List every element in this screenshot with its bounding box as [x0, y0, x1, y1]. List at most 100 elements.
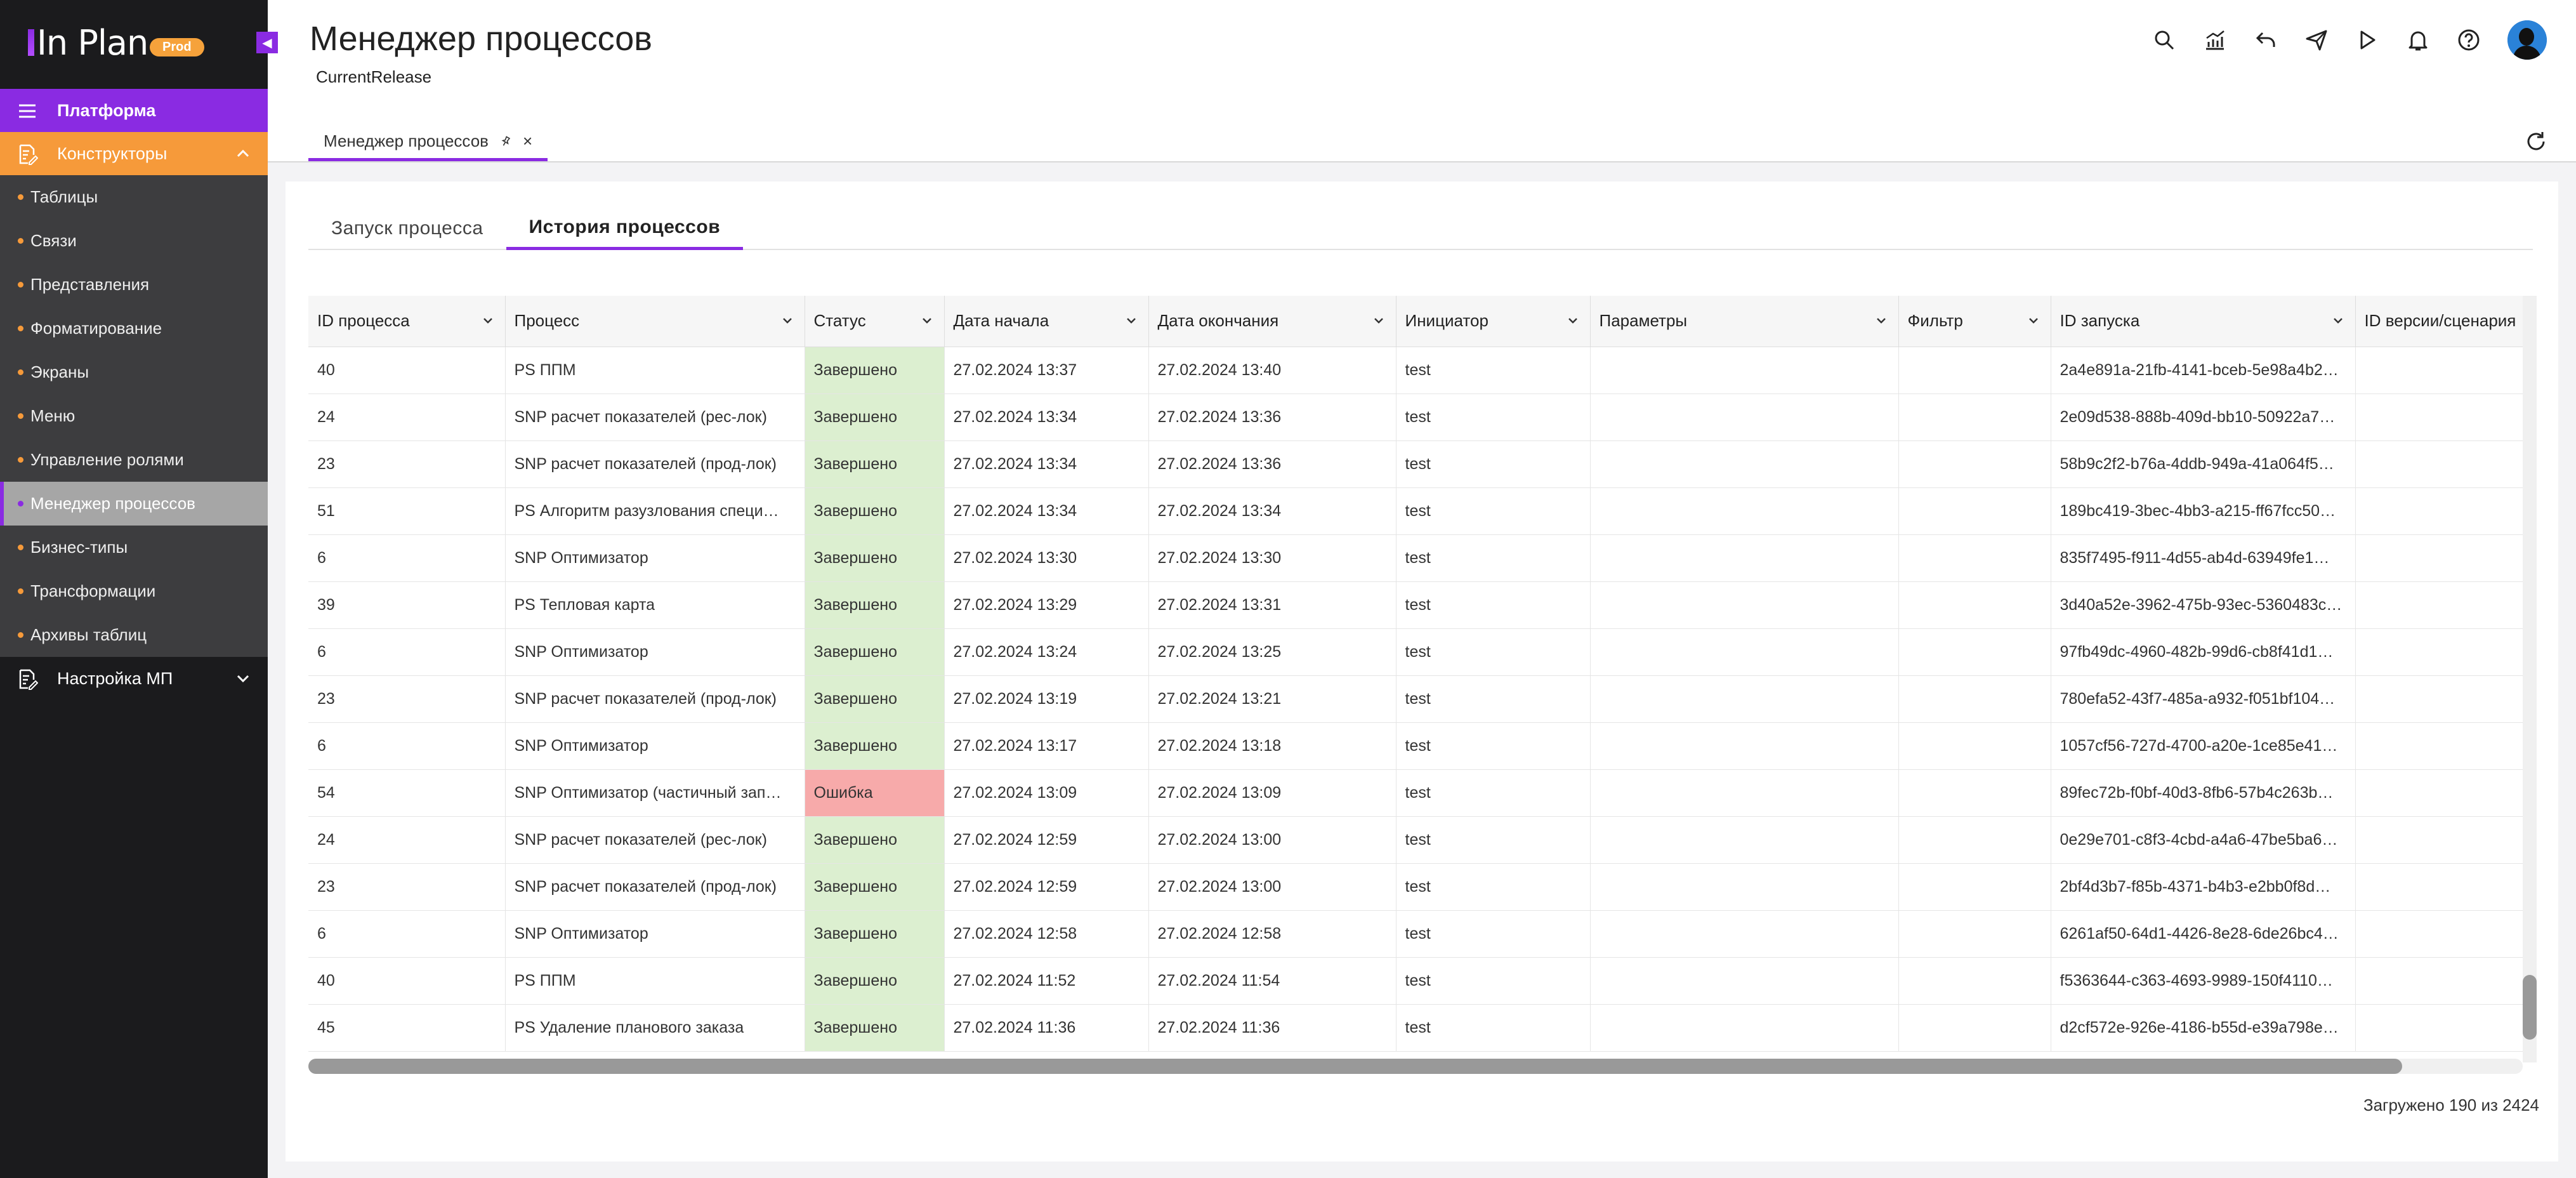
chevron-down-icon[interactable]: [481, 314, 495, 328]
table-cell: 23: [308, 863, 506, 911]
chevron-down-icon[interactable]: [2331, 314, 2345, 328]
table-row[interactable]: 39 PS Тепловая карта Завершено 27.02.2024 1…: [308, 581, 2535, 629]
sidebar-item-menu[interactable]: Меню: [0, 394, 268, 438]
header-toolbar: [2152, 20, 2547, 60]
column-header-process[interactable]: Процесс: [505, 296, 805, 347]
refresh-icon[interactable]: [2524, 129, 2548, 154]
sidebar-item-tables[interactable]: Таблицы: [0, 175, 268, 219]
chevron-down-icon[interactable]: [1874, 314, 1888, 328]
table-row[interactable]: 6 SNP Оптимизатор Завершено 27.02.2024 13:3…: [308, 534, 2535, 582]
table-row[interactable]: 6 SNP Оптимизатор Завершено 27.02.2024 12:5…: [308, 910, 2535, 958]
open-tab-label: Менеджер процессов: [324, 131, 489, 150]
column-header-label: Дата окончания: [1157, 311, 1279, 331]
sidebar-item-label: Форматирование: [30, 319, 162, 338]
search-button[interactable]: [2152, 28, 2176, 52]
chevron-down-icon[interactable]: [780, 314, 794, 328]
column-header-start-date[interactable]: Дата начала: [944, 296, 1149, 347]
table-cell: 6: [308, 628, 506, 676]
table-cell: 40: [308, 347, 506, 394]
column-header-status[interactable]: Статус: [805, 296, 945, 347]
sidebar-item-roles[interactable]: Управление ролями: [0, 438, 268, 482]
column-header-label: ID процесса: [317, 311, 410, 331]
column-header-label: Параметры: [1599, 311, 1688, 331]
sidebar-collapse-button[interactable]: ◀: [256, 32, 278, 53]
chevron-down-icon[interactable]: [1124, 314, 1138, 328]
bullet-dot-icon: [18, 194, 23, 200]
table-cell: test: [1396, 675, 1591, 723]
table-row[interactable]: 23 SNP расчет показателей (прод-лок) Завер…: [308, 675, 2535, 723]
horizontal-scrollbar[interactable]: [308, 1059, 2523, 1074]
pin-icon[interactable]: [500, 135, 511, 147]
close-tab-icon[interactable]: ×: [523, 131, 532, 151]
sidebar-section-settings[interactable]: Настройка МП: [0, 657, 268, 700]
table-cell: 27.02.2024 12:59: [944, 863, 1149, 911]
table-cell: 835f7495-f911-4d55-ab4d-63949fe1…: [2051, 534, 2356, 582]
sidebar-section-platform[interactable]: Платформа: [0, 89, 268, 132]
send-button[interactable]: [2304, 28, 2329, 52]
table-cell: [2355, 487, 2535, 535]
table-row[interactable]: 51 PS Алгоритм разузлования специ… Заверше…: [308, 487, 2535, 535]
sidebar-item-label: Архивы таблиц: [30, 625, 147, 644]
play-icon: [2360, 30, 2376, 50]
sidebar-item-views[interactable]: Представления: [0, 263, 268, 307]
chevron-up-icon: [237, 149, 249, 157]
table-cell: 24: [308, 816, 506, 864]
vertical-scrollbar-thumb[interactable]: [2523, 975, 2537, 1040]
column-header-label: Дата начала: [953, 311, 1049, 331]
table-row[interactable]: 24 SNP расчет показателей (рес-лок) Заверш…: [308, 394, 2535, 441]
notifications-button[interactable]: [2406, 28, 2430, 52]
open-page-tab[interactable]: Менеджер процессов ×: [308, 124, 548, 161]
column-header-version-id[interactable]: ID версии/сценария: [2355, 296, 2535, 347]
chevron-down-icon[interactable]: [2027, 314, 2040, 328]
chevron-down-icon[interactable]: [920, 314, 934, 328]
sidebar-item-label: Менеджер процессов: [30, 494, 195, 513]
table-row[interactable]: 23 SNP расчет показателей (прод-лок) Завер…: [308, 863, 2535, 911]
column-header-process-id[interactable]: ID процесса: [308, 296, 506, 347]
table-row[interactable]: 6 SNP Оптимизатор Завершено 27.02.2024 13:2…: [308, 628, 2535, 676]
table-row[interactable]: 40 PS ППМ Завершено 27.02.2024 11:52 27.02.2…: [308, 957, 2535, 1005]
sidebar-submenu: Таблицы Связи Представления Форматирован…: [0, 175, 268, 657]
column-header-initiator[interactable]: Инициатор: [1396, 296, 1591, 347]
run-button[interactable]: [2355, 28, 2379, 52]
tab-launch-process[interactable]: Запуск процесса: [308, 207, 506, 250]
table-cell: 2a4e891a-21fb-4141-bceb-5e98a4b2…: [2051, 347, 2356, 394]
analytics-button[interactable]: [2203, 28, 2227, 52]
column-header-filter[interactable]: Фильтр: [1898, 296, 2051, 347]
user-avatar[interactable]: [2507, 20, 2547, 60]
table-row[interactable]: 23 SNP расчет показателей (прод-лок) Завер…: [308, 440, 2535, 488]
chevron-down-icon[interactable]: [1566, 314, 1580, 328]
table-row[interactable]: 6 SNP Оптимизатор Завершено 27.02.2024 13:1…: [308, 722, 2535, 770]
sidebar-section-constructors[interactable]: Конструкторы: [0, 132, 268, 175]
table-cell: 27.02.2024 13:25: [1148, 628, 1396, 676]
table-cell: [2355, 675, 2535, 723]
undo-button[interactable]: [2254, 28, 2278, 52]
column-header-parameters[interactable]: Параметры: [1590, 296, 1899, 347]
table-cell: SNP расчет показателей (рес-лок): [505, 394, 805, 441]
sidebar-item-transformations[interactable]: Трансформации: [0, 569, 268, 613]
column-header-end-date[interactable]: Дата окончания: [1148, 296, 1396, 347]
chevron-left-icon: ◀: [262, 36, 272, 50]
sidebar-item-links[interactable]: Связи: [0, 219, 268, 263]
sidebar-item-business-types[interactable]: Бизнес-типы: [0, 526, 268, 569]
sidebar-item-screens[interactable]: Экраны: [0, 350, 268, 394]
table-cell: 27.02.2024 13:34: [1148, 487, 1396, 535]
vertical-scrollbar[interactable]: [2523, 296, 2537, 1062]
help-button[interactable]: [2457, 28, 2481, 52]
sidebar-item-formatting[interactable]: Форматирование: [0, 307, 268, 350]
table-row[interactable]: 54 SNP Оптимизатор (частичный зап… Ошибка 2…: [308, 769, 2535, 817]
process-history-table: ID процесса Процесс Статус Дата начала Д…: [308, 296, 2535, 1052]
table-cell: 27.02.2024 13:30: [1148, 534, 1396, 582]
column-header-launch-id[interactable]: ID запуска: [2051, 296, 2356, 347]
table-row[interactable]: 40 PS ППМ Завершено 27.02.2024 13:37 27.02.2…: [308, 347, 2535, 394]
horizontal-scrollbar-thumb[interactable]: [308, 1059, 2402, 1074]
table-row[interactable]: 24 SNP расчет показателей (рес-лок) Заверш…: [308, 816, 2535, 864]
table-cell: SNP Оптимизатор (частичный зап…: [505, 769, 805, 817]
sidebar-item-process-manager[interactable]: Менеджер процессов: [0, 482, 268, 526]
sidebar-item-table-archives[interactable]: Архивы таблиц: [0, 613, 268, 657]
table-row[interactable]: 45 PS Удаление планового заказа Завершено 2…: [308, 1004, 2535, 1052]
table-cell: test: [1396, 1004, 1591, 1052]
tab-process-history[interactable]: История процессов: [506, 207, 744, 250]
table-cell: test: [1396, 487, 1591, 535]
table-cell: SNP расчет показателей (рес-лок): [505, 816, 805, 864]
chevron-down-icon[interactable]: [1372, 314, 1386, 328]
